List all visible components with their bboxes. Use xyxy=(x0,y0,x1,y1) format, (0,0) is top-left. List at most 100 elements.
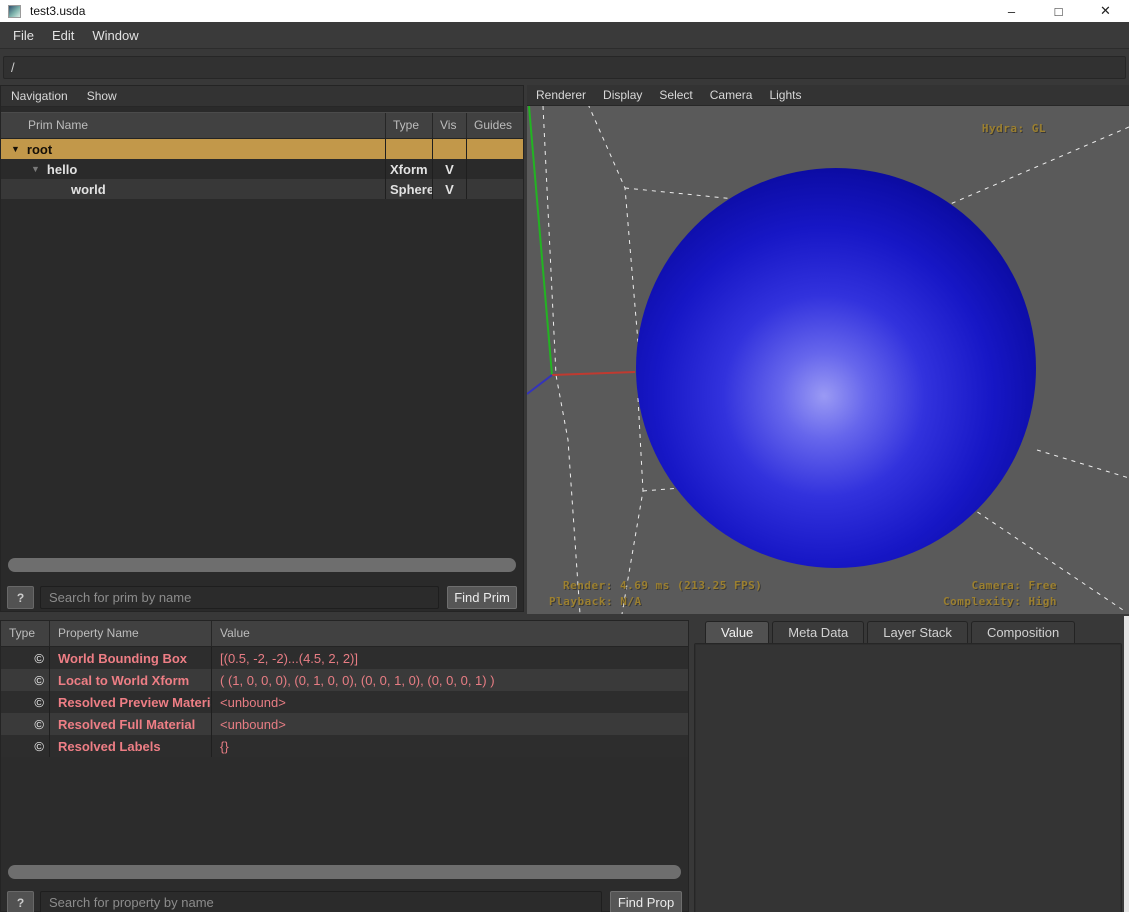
viewport-scene xyxy=(527,106,1129,614)
computed-property-icon: © xyxy=(1,735,49,757)
prim-vis-label[interactable]: V xyxy=(432,179,466,199)
tree-row-hello[interactable]: ▼ hello Xform V xyxy=(1,159,523,179)
close-button[interactable]: ✕ xyxy=(1082,0,1129,22)
column-header-type[interactable]: Type xyxy=(385,113,432,138)
menu-navigation[interactable]: Navigation xyxy=(11,89,68,103)
prim-tree-horizontal-scrollbar[interactable] xyxy=(8,558,516,572)
expander-icon[interactable]: ▼ xyxy=(31,165,40,174)
menu-renderer[interactable]: Renderer xyxy=(536,88,586,102)
detail-vertical-scrollbar[interactable] xyxy=(1124,616,1129,912)
tree-row-world[interactable]: world Sphere V xyxy=(1,179,523,199)
hud-renderer-label: Hydra: GL xyxy=(982,122,1046,135)
tab-composition[interactable]: Composition xyxy=(971,621,1075,644)
property-table-header: Type Property Name Value xyxy=(1,621,688,647)
property-row-resolved-preview-material[interactable]: © Resolved Preview Material <unbound> xyxy=(1,691,688,713)
prim-type-label: Sphere xyxy=(385,179,432,199)
hud-render-stats: Render: 4.69 ms (213.25 FPS) xyxy=(563,579,762,592)
property-search-row: ? Find Prop xyxy=(7,891,682,912)
property-name: Local to World Xform xyxy=(49,669,211,691)
menu-select[interactable]: Select xyxy=(659,88,692,102)
detail-panel: Value Meta Data Layer Stack Composition xyxy=(690,616,1129,912)
property-row-resolved-labels[interactable]: © Resolved Labels {} xyxy=(1,735,688,757)
property-name: World Bounding Box xyxy=(49,647,211,669)
world-axes xyxy=(527,106,635,394)
property-row-world-bounding-box[interactable]: © World Bounding Box [(0.5, -2, -2)...(4… xyxy=(1,647,688,669)
computed-property-icon: © xyxy=(1,691,49,713)
expander-icon[interactable]: ▼ xyxy=(11,145,20,154)
property-name: Resolved Labels xyxy=(49,735,211,757)
prim-type-label: Xform xyxy=(385,159,432,179)
prim-type-label xyxy=(385,139,432,159)
find-prim-button[interactable]: Find Prim xyxy=(447,586,517,609)
maximize-button[interactable]: □ xyxy=(1035,0,1082,22)
hud-camera-label: Camera: Free xyxy=(972,579,1057,592)
prim-guides-cell xyxy=(466,159,523,179)
z-axis-line xyxy=(527,375,552,394)
column-header-vis[interactable]: Vis xyxy=(432,113,466,138)
property-row-resolved-full-material[interactable]: © Resolved Full Material <unbound> xyxy=(1,713,688,735)
viewport-menubar: Renderer Display Select Camera Lights xyxy=(527,85,1129,106)
column-header-guides[interactable]: Guides xyxy=(466,113,523,138)
property-rows: © World Bounding Box [(0.5, -2, -2)...(4… xyxy=(1,647,688,757)
column-header-property-name[interactable]: Property Name xyxy=(49,621,211,646)
menu-file[interactable]: File xyxy=(4,28,43,43)
column-header-value[interactable]: Value xyxy=(211,621,688,646)
prim-guides-cell xyxy=(466,139,523,159)
property-value: ( (1, 0, 0, 0), (0, 1, 0, 0), (0, 0, 1, … xyxy=(211,669,688,691)
prim-name-label: hello xyxy=(47,162,77,177)
detail-tabs: Value Meta Data Layer Stack Composition xyxy=(705,621,1078,644)
property-row-local-to-world-xform[interactable]: © Local to World Xform ( (1, 0, 0, 0), (… xyxy=(1,669,688,691)
property-value: <unbound> xyxy=(211,713,688,735)
y-axis-line xyxy=(529,106,552,375)
menu-lights[interactable]: Lights xyxy=(769,88,801,102)
property-value: [(0.5, -2, -2)...(4.5, 2, 2)] xyxy=(211,647,688,669)
computed-property-icon: © xyxy=(1,647,49,669)
tree-row-root[interactable]: ▼ root xyxy=(1,139,523,159)
menu-display[interactable]: Display xyxy=(603,88,642,102)
prim-panel-menubar: Navigation Show xyxy=(1,86,523,107)
menu-show[interactable]: Show xyxy=(87,89,117,103)
value-tab-content xyxy=(694,643,1122,912)
app-icon xyxy=(8,5,21,18)
computed-property-icon: © xyxy=(1,669,49,691)
property-name: Resolved Full Material xyxy=(49,713,211,735)
prim-tree-header: Prim Name Type Vis Guides xyxy=(1,112,523,139)
property-panel: Type Property Name Value © World Boundin… xyxy=(0,620,689,912)
title-bar: test3.usda – □ ✕ xyxy=(0,0,1129,22)
property-value: {} xyxy=(211,735,688,757)
find-prop-button[interactable]: Find Prop xyxy=(610,891,682,912)
menu-edit[interactable]: Edit xyxy=(43,28,83,43)
property-search-help-button[interactable]: ? xyxy=(7,891,34,912)
minimize-button[interactable]: – xyxy=(988,0,1035,22)
prim-search-help-button[interactable]: ? xyxy=(7,586,34,609)
prim-guides-cell xyxy=(466,179,523,199)
hud-complexity-label: Complexity: High xyxy=(943,595,1057,608)
property-search-input[interactable] xyxy=(40,891,602,912)
x-axis-line xyxy=(552,372,635,375)
viewport-panel: Renderer Display Select Camera Lights xyxy=(527,85,1129,614)
computed-property-icon: © xyxy=(1,713,49,735)
column-header-prim-name[interactable]: Prim Name xyxy=(1,113,385,138)
column-header-type[interactable]: Type xyxy=(1,621,49,646)
viewport-canvas[interactable]: Hydra: GL Render: 4.69 ms (213.25 FPS) P… xyxy=(527,106,1129,614)
property-name: Resolved Preview Material xyxy=(49,691,211,713)
prim-tree-rows: ▼ root ▼ hello Xform V world xyxy=(1,139,523,199)
tab-layer-stack[interactable]: Layer Stack xyxy=(867,621,968,644)
property-value: <unbound> xyxy=(211,691,688,713)
usdview-window: test3.usda – □ ✕ File Edit Window / Navi… xyxy=(0,0,1129,912)
prim-vis-label[interactable]: V xyxy=(432,159,466,179)
tab-meta-data[interactable]: Meta Data xyxy=(772,621,864,644)
property-table-horizontal-scrollbar[interactable] xyxy=(8,865,681,879)
menu-window[interactable]: Window xyxy=(83,28,147,43)
menu-camera[interactable]: Camera xyxy=(710,88,753,102)
menu-bar: File Edit Window xyxy=(0,22,1129,49)
prim-tree-panel: Navigation Show Prim Name Type Vis Guide… xyxy=(0,85,524,612)
prim-search-row: ? Find Prim xyxy=(7,586,517,609)
window-controls: – □ ✕ xyxy=(988,0,1129,22)
prim-vis-label[interactable] xyxy=(432,139,466,159)
prim-path-field[interactable]: / xyxy=(3,56,1126,79)
sphere-geometry[interactable] xyxy=(636,168,1036,568)
prim-search-input[interactable] xyxy=(40,586,439,609)
hud-playback-stats: Playback: N/A xyxy=(549,595,642,608)
tab-value[interactable]: Value xyxy=(705,621,769,644)
